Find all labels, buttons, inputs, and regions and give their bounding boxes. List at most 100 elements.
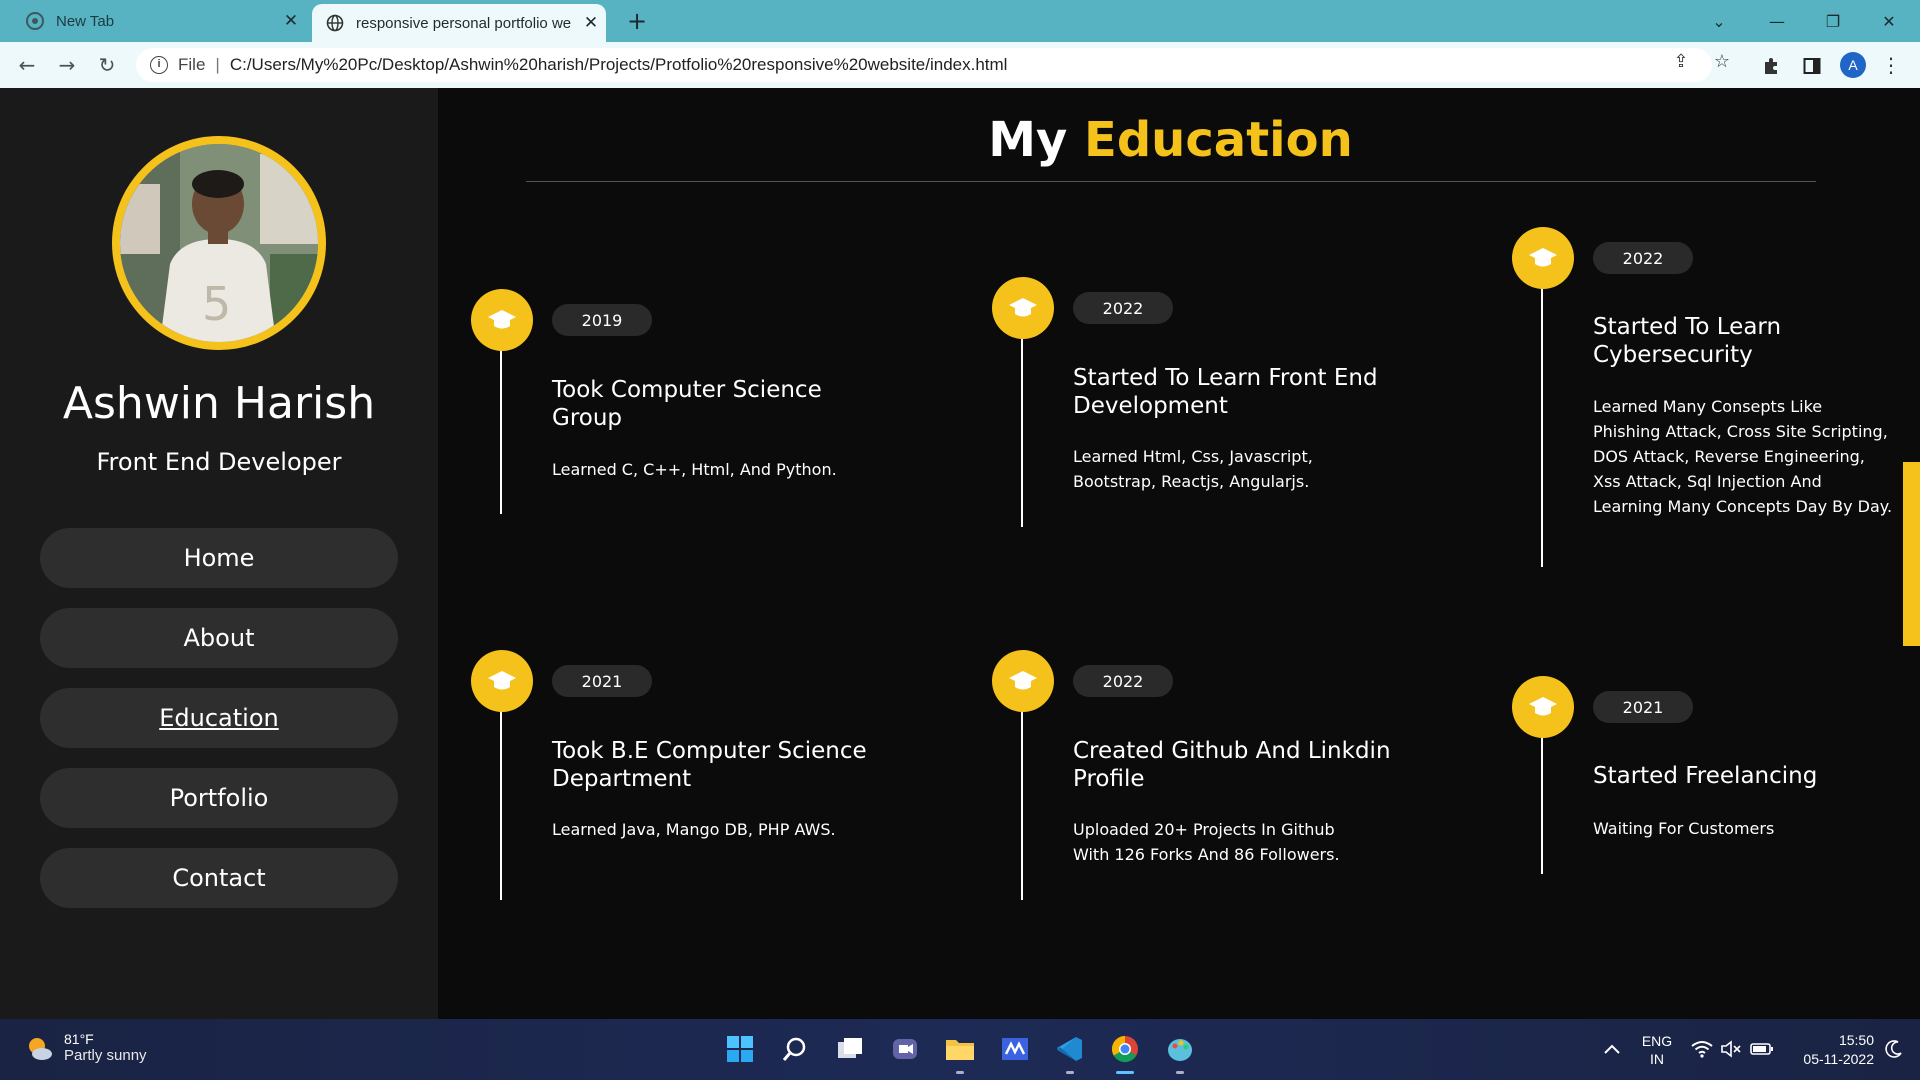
running-indicator bbox=[1176, 1071, 1184, 1074]
svg-text:5: 5 bbox=[202, 277, 231, 331]
timeline-line bbox=[1541, 267, 1543, 567]
scrollbar-thumb[interactable] bbox=[1903, 462, 1920, 646]
more-menu-icon[interactable]: ⋮ bbox=[1880, 52, 1902, 78]
entry-description: Waiting For Customers bbox=[1593, 819, 1775, 838]
side-panel-icon[interactable] bbox=[1800, 54, 1824, 78]
profile-name: Ashwin Harish bbox=[62, 378, 376, 429]
share-icon[interactable]: ⇪ bbox=[1670, 50, 1692, 72]
vscode-icon[interactable] bbox=[1052, 1031, 1088, 1067]
nav-label: Education bbox=[159, 704, 279, 732]
year-badge: 2022 bbox=[1073, 665, 1173, 697]
timeline-line bbox=[1021, 317, 1023, 527]
tab-search-chevron-icon[interactable]: ⌄ bbox=[1696, 0, 1742, 42]
globe-icon bbox=[326, 14, 344, 32]
tab-close-icon[interactable]: ✕ bbox=[576, 13, 606, 33]
education-entry: 2022 Started To Learn Cybersecurity Lear… bbox=[1512, 227, 1920, 567]
education-entry: 2021 Took B.E Computer Science Departmen… bbox=[471, 650, 911, 900]
running-indicator bbox=[1066, 1071, 1074, 1074]
heading-divider bbox=[526, 181, 1816, 182]
nav-education-button[interactable]: Education bbox=[40, 688, 398, 748]
system-clock[interactable]: 15:50 05-11-2022 bbox=[1784, 1019, 1874, 1080]
timeline-line bbox=[1541, 716, 1543, 874]
language-code: ENG bbox=[1641, 1032, 1673, 1049]
weather-temp: 81°F bbox=[64, 1031, 94, 1047]
address-bar[interactable]: i File | C:/Users/My%20Pc/Desktop/Ashwin… bbox=[136, 48, 1712, 82]
nav-label: About bbox=[183, 624, 255, 652]
tab-portfolio[interactable]: responsive personal portfolio we ✕ bbox=[312, 4, 606, 42]
year-badge: 2022 bbox=[1593, 242, 1693, 274]
graduation-cap-icon bbox=[471, 289, 533, 351]
education-entry: 2021 Started Freelancing Waiting For Cus… bbox=[1512, 676, 1920, 876]
clock-time: 15:50 bbox=[1838, 1031, 1874, 1048]
profile-role: Front End Developer bbox=[96, 448, 342, 476]
clock-date: 05-11-2022 bbox=[1803, 1050, 1874, 1067]
bookmark-star-icon[interactable]: ☆ bbox=[1711, 50, 1733, 72]
running-indicator bbox=[956, 1071, 964, 1074]
windows-start-icon[interactable] bbox=[722, 1031, 758, 1067]
timeline-line bbox=[500, 690, 502, 900]
entry-title: Took Computer Science Group bbox=[552, 377, 822, 431]
education-entry: 2022 Created Github And Linkdin Profile … bbox=[992, 650, 1432, 900]
nav-label: Home bbox=[183, 544, 255, 572]
year-badge: 2021 bbox=[1593, 691, 1693, 723]
entry-description: Learned Many Consepts Like Phishing Atta… bbox=[1593, 397, 1893, 516]
file-explorer-icon[interactable] bbox=[942, 1031, 978, 1067]
new-tab-plus-icon[interactable]: + bbox=[622, 6, 652, 36]
weather-text: 81°F Partly sunny bbox=[64, 1031, 147, 1065]
url-text[interactable]: C:/Users/My%20Pc/Desktop/Ashwin%20harish… bbox=[230, 55, 1008, 75]
nav-about-button[interactable]: About bbox=[40, 608, 398, 668]
region-code: IN bbox=[1650, 1050, 1664, 1067]
extensions-puzzle-icon[interactable] bbox=[1760, 54, 1784, 78]
section-heading: My Education bbox=[438, 112, 1903, 168]
forward-arrow-icon[interactable]: → bbox=[52, 50, 82, 80]
nav-label: Contact bbox=[172, 864, 266, 892]
back-arrow-icon[interactable]: ← bbox=[12, 50, 42, 80]
entry-description: Learned Html, Css, Javascript, Bootstrap… bbox=[1073, 447, 1313, 491]
whiteboard-app-icon[interactable] bbox=[997, 1031, 1033, 1067]
nav-home-button[interactable]: Home bbox=[40, 528, 398, 588]
tab-title: responsive personal portfolio we bbox=[356, 14, 572, 32]
windows-taskbar: 81°F Partly sunny ENG IN 15:50 05-11-202… bbox=[0, 1019, 1920, 1080]
url-separator: | bbox=[215, 55, 220, 74]
tab-close-icon[interactable]: ✕ bbox=[276, 11, 306, 31]
profile-avatar[interactable]: A bbox=[1840, 52, 1866, 78]
url-scheme: File bbox=[178, 55, 206, 74]
weather-condition: Partly sunny bbox=[64, 1047, 147, 1064]
entry-title: Took B.E Computer Science Department bbox=[552, 738, 867, 792]
tab-new-tab[interactable]: New Tab ✕ bbox=[12, 0, 306, 42]
nav-portfolio-button[interactable]: Portfolio bbox=[40, 768, 398, 828]
chevron-up-icon[interactable] bbox=[1594, 1031, 1630, 1067]
search-icon[interactable] bbox=[777, 1031, 813, 1067]
window-close-icon[interactable]: ✕ bbox=[1866, 0, 1912, 42]
entry-title: Started To Learn Cybersecurity bbox=[1593, 314, 1782, 368]
education-entry: 2022 Started To Learn Front End Developm… bbox=[992, 277, 1432, 527]
battery-icon[interactable] bbox=[1744, 1031, 1780, 1067]
site-info-icon[interactable]: i bbox=[150, 56, 168, 74]
task-view-icon[interactable] bbox=[832, 1031, 868, 1067]
partly-sunny-icon bbox=[29, 1038, 52, 1060]
browser-tab-strip: New Tab ✕ responsive personal portfolio … bbox=[0, 0, 1920, 42]
timeline-line bbox=[1021, 690, 1023, 900]
teams-chat-icon[interactable] bbox=[887, 1031, 923, 1067]
entry-description: Uploaded 20+ Projects In Github With 126… bbox=[1073, 820, 1340, 864]
graduation-cap-icon bbox=[1512, 676, 1574, 738]
portfolio-page: 5 Ashwin Harish Front End Developer Home… bbox=[0, 88, 1920, 1019]
nav-contact-button[interactable]: Contact bbox=[40, 848, 398, 908]
year-badge: 2021 bbox=[552, 665, 652, 697]
notification-moon-icon[interactable] bbox=[1876, 1031, 1912, 1067]
entry-title: Started Freelancing bbox=[1593, 763, 1818, 789]
education-section: My Education 2019 Took Computer Science … bbox=[438, 88, 1903, 1019]
chrome-taskbar-icon[interactable] bbox=[1107, 1031, 1143, 1067]
year-badge: 2022 bbox=[1073, 292, 1173, 324]
tab-title: New Tab bbox=[56, 12, 115, 30]
timeline-line bbox=[500, 329, 502, 514]
paint-app-icon[interactable] bbox=[1162, 1031, 1198, 1067]
year-badge: 2019 bbox=[552, 304, 652, 336]
language-indicator[interactable]: ENG IN bbox=[1634, 1019, 1680, 1080]
weather-widget[interactable]: 81°F Partly sunny bbox=[24, 1031, 147, 1065]
reload-icon[interactable]: ↻ bbox=[92, 50, 122, 80]
restore-icon[interactable]: ❐ bbox=[1810, 0, 1856, 42]
minimize-icon[interactable]: — bbox=[1754, 0, 1800, 42]
entry-description: Learned C, C++, Html, And Python. bbox=[552, 460, 837, 479]
heading-accent: Education bbox=[1084, 112, 1353, 168]
